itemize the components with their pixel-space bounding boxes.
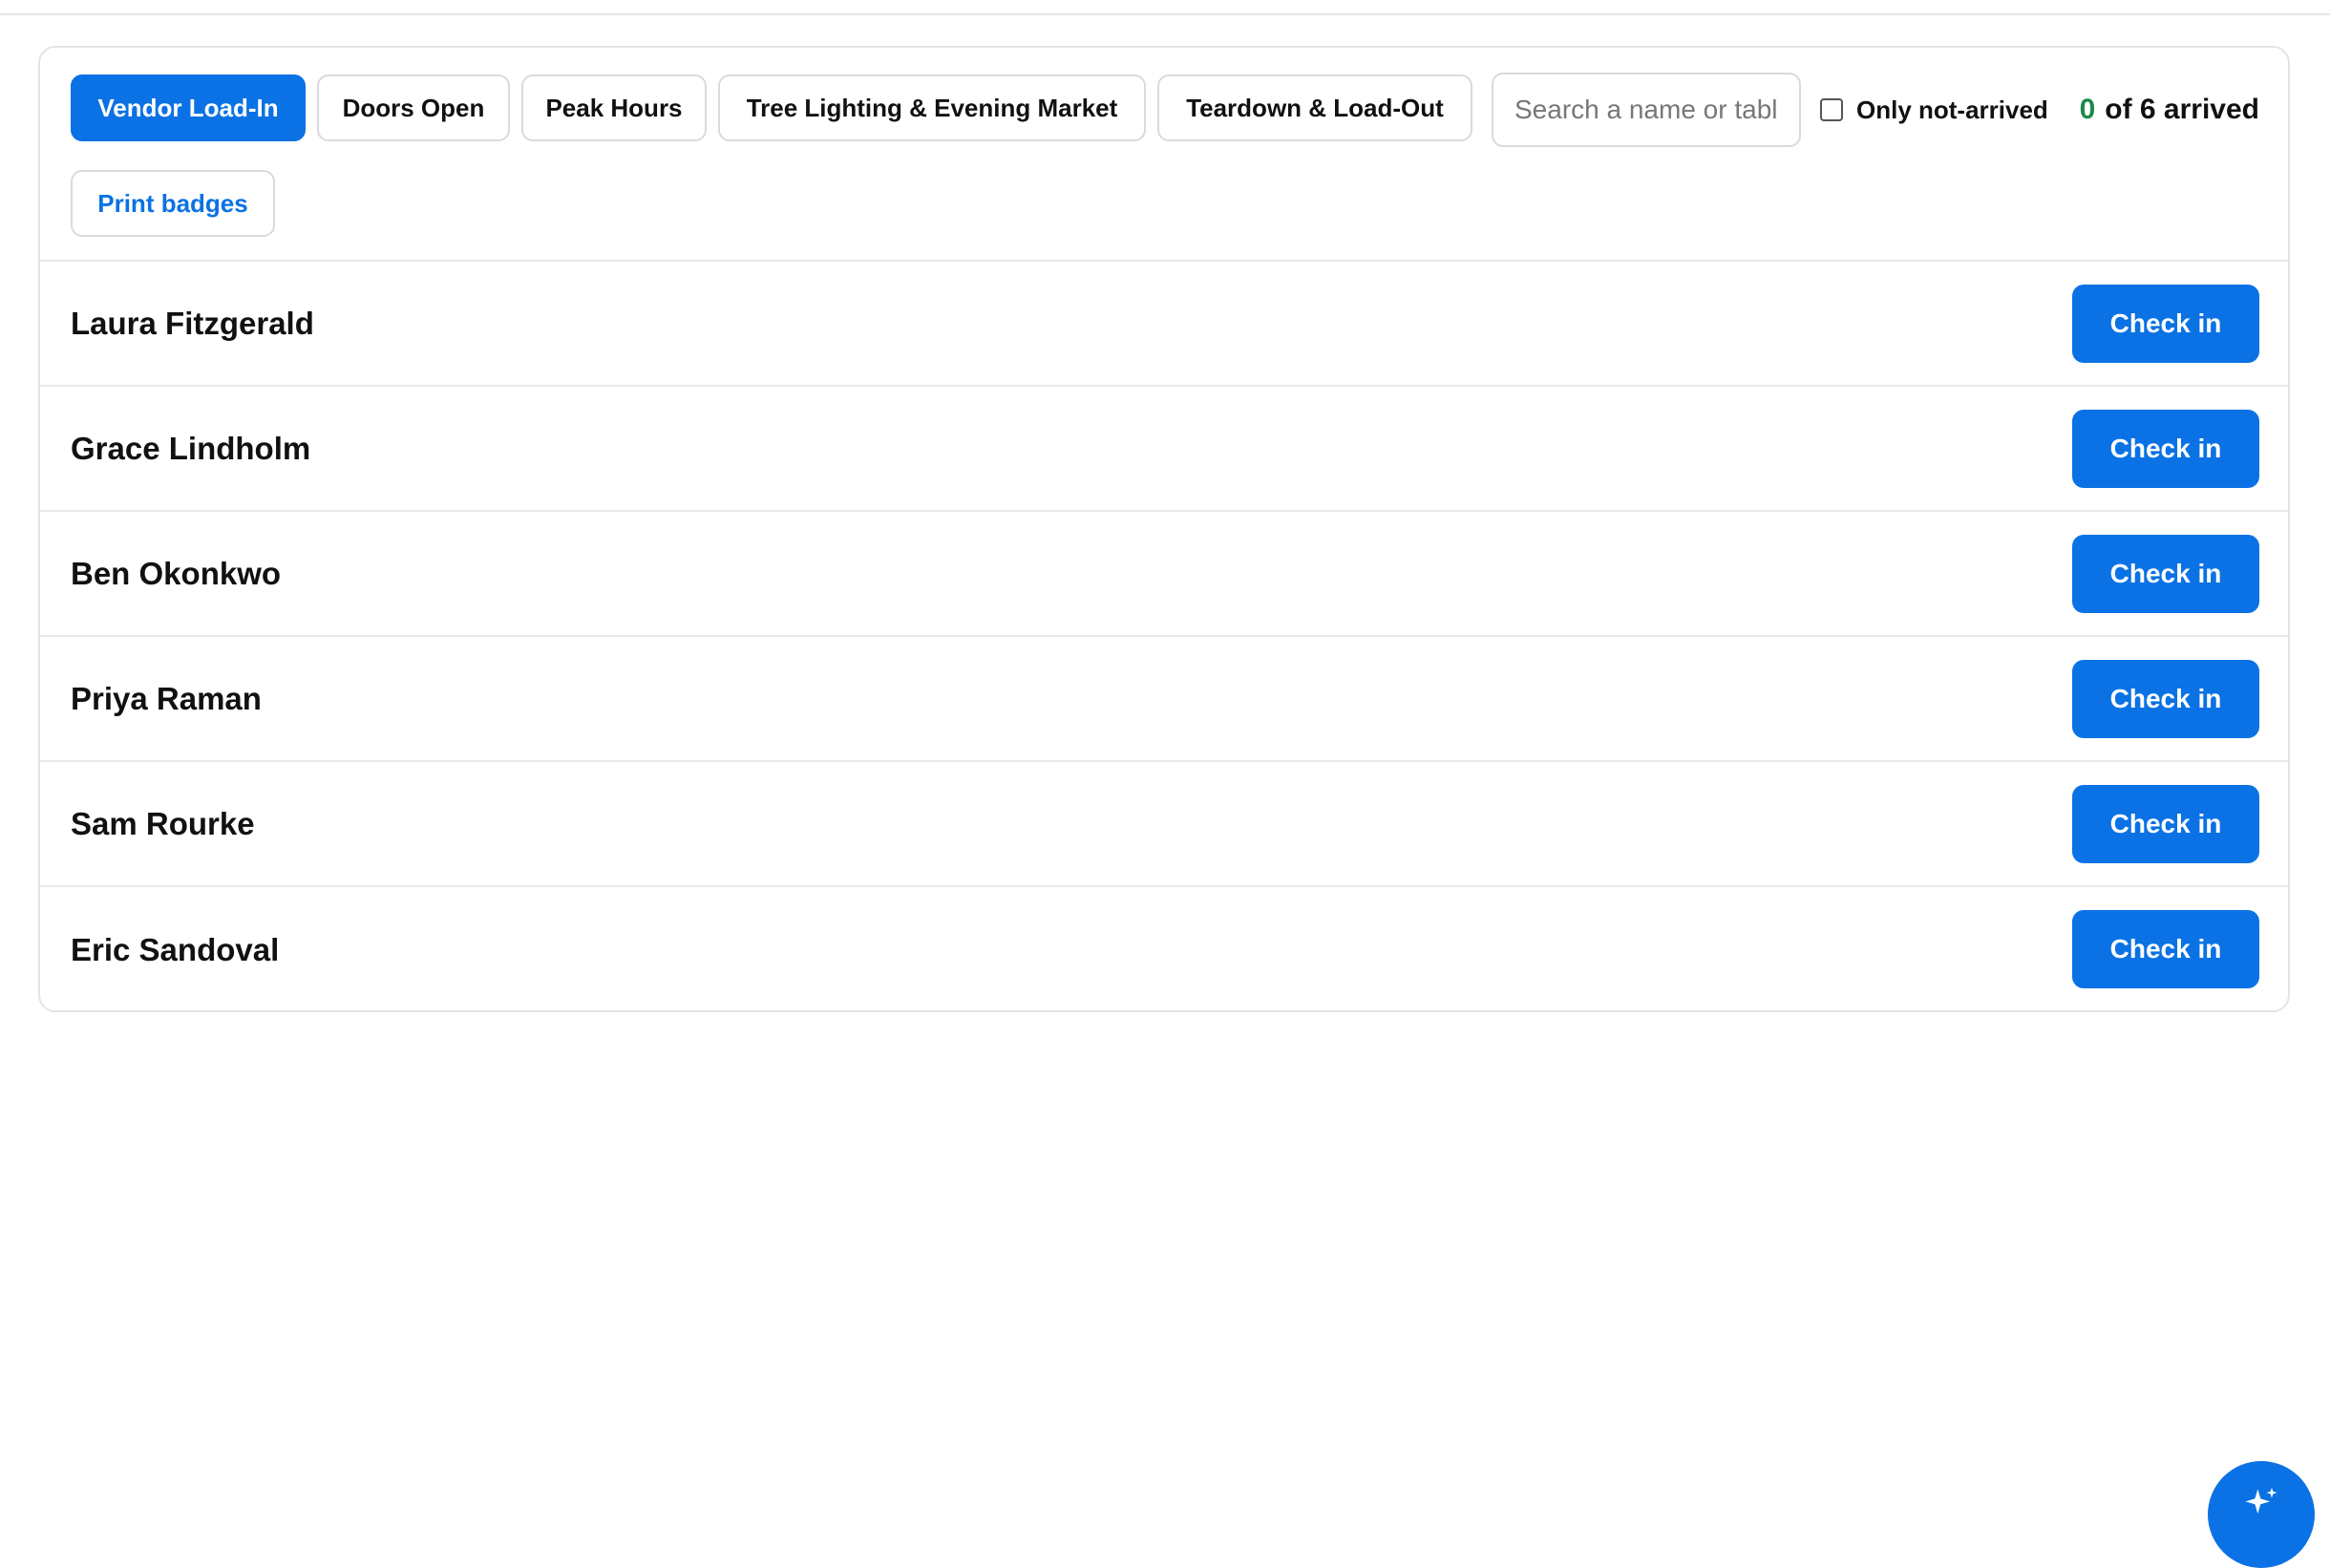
check-in-button[interactable]: Check in bbox=[2072, 785, 2259, 863]
only-not-arrived-checkbox[interactable] bbox=[1820, 98, 1843, 121]
search-input[interactable] bbox=[1492, 73, 1801, 147]
arrived-counter: 0 of 6 arrived bbox=[2080, 86, 2259, 134]
arrived-total-label: of 6 arrived bbox=[2105, 94, 2259, 125]
tab-teardown-load-out[interactable]: Teardown & Load-Out bbox=[1157, 74, 1472, 141]
tab-peak-hours[interactable]: Peak Hours bbox=[521, 74, 707, 141]
check-in-button[interactable]: Check in bbox=[2072, 910, 2259, 988]
attendee-name: Priya Raman bbox=[71, 680, 262, 716]
attendee-name: Grace Lindholm bbox=[71, 430, 311, 466]
sparkle-icon bbox=[2245, 1487, 2277, 1515]
top-divider bbox=[0, 13, 2330, 15]
print-badges-button[interactable]: Print badges bbox=[71, 170, 275, 237]
assistant-fab-button[interactable] bbox=[2208, 1461, 2315, 1568]
arrived-count: 0 bbox=[2079, 94, 2096, 125]
attendee-name: Sam Rourke bbox=[71, 805, 255, 841]
checkin-panel: Vendor Load-In Doors Open Peak Hours Tre… bbox=[38, 46, 2290, 1012]
attendee-name: Eric Sandoval bbox=[71, 931, 280, 967]
check-in-button[interactable]: Check in bbox=[2072, 410, 2259, 488]
attendee-row: Sam Rourke Check in bbox=[40, 762, 2288, 887]
only-not-arrived-label: Only not-arrived bbox=[1856, 95, 2048, 124]
attendee-row: Ben Okonkwo Check in bbox=[40, 512, 2288, 637]
attendee-row: Laura Fitzgerald Check in bbox=[40, 262, 2288, 387]
attendee-name: Ben Okonkwo bbox=[71, 555, 282, 591]
attendee-name: Laura Fitzgerald bbox=[71, 305, 314, 341]
check-in-button[interactable]: Check in bbox=[2072, 535, 2259, 613]
tab-vendor-load-in[interactable]: Vendor Load-In bbox=[71, 74, 306, 141]
tab-doors-open[interactable]: Doors Open bbox=[317, 74, 510, 141]
only-not-arrived-filter[interactable]: Only not-arrived bbox=[1820, 86, 2048, 134]
attendee-row: Eric Sandoval Check in bbox=[40, 887, 2288, 1010]
attendee-list: Laura Fitzgerald Check in Grace Lindholm… bbox=[40, 262, 2288, 1010]
toolbar: Vendor Load-In Doors Open Peak Hours Tre… bbox=[40, 48, 2288, 262]
attendee-row: Grace Lindholm Check in bbox=[40, 387, 2288, 512]
attendee-row: Priya Raman Check in bbox=[40, 637, 2288, 762]
check-in-button[interactable]: Check in bbox=[2072, 660, 2259, 738]
tab-tree-lighting-evening-market[interactable]: Tree Lighting & Evening Market bbox=[718, 74, 1146, 141]
check-in-button[interactable]: Check in bbox=[2072, 285, 2259, 363]
